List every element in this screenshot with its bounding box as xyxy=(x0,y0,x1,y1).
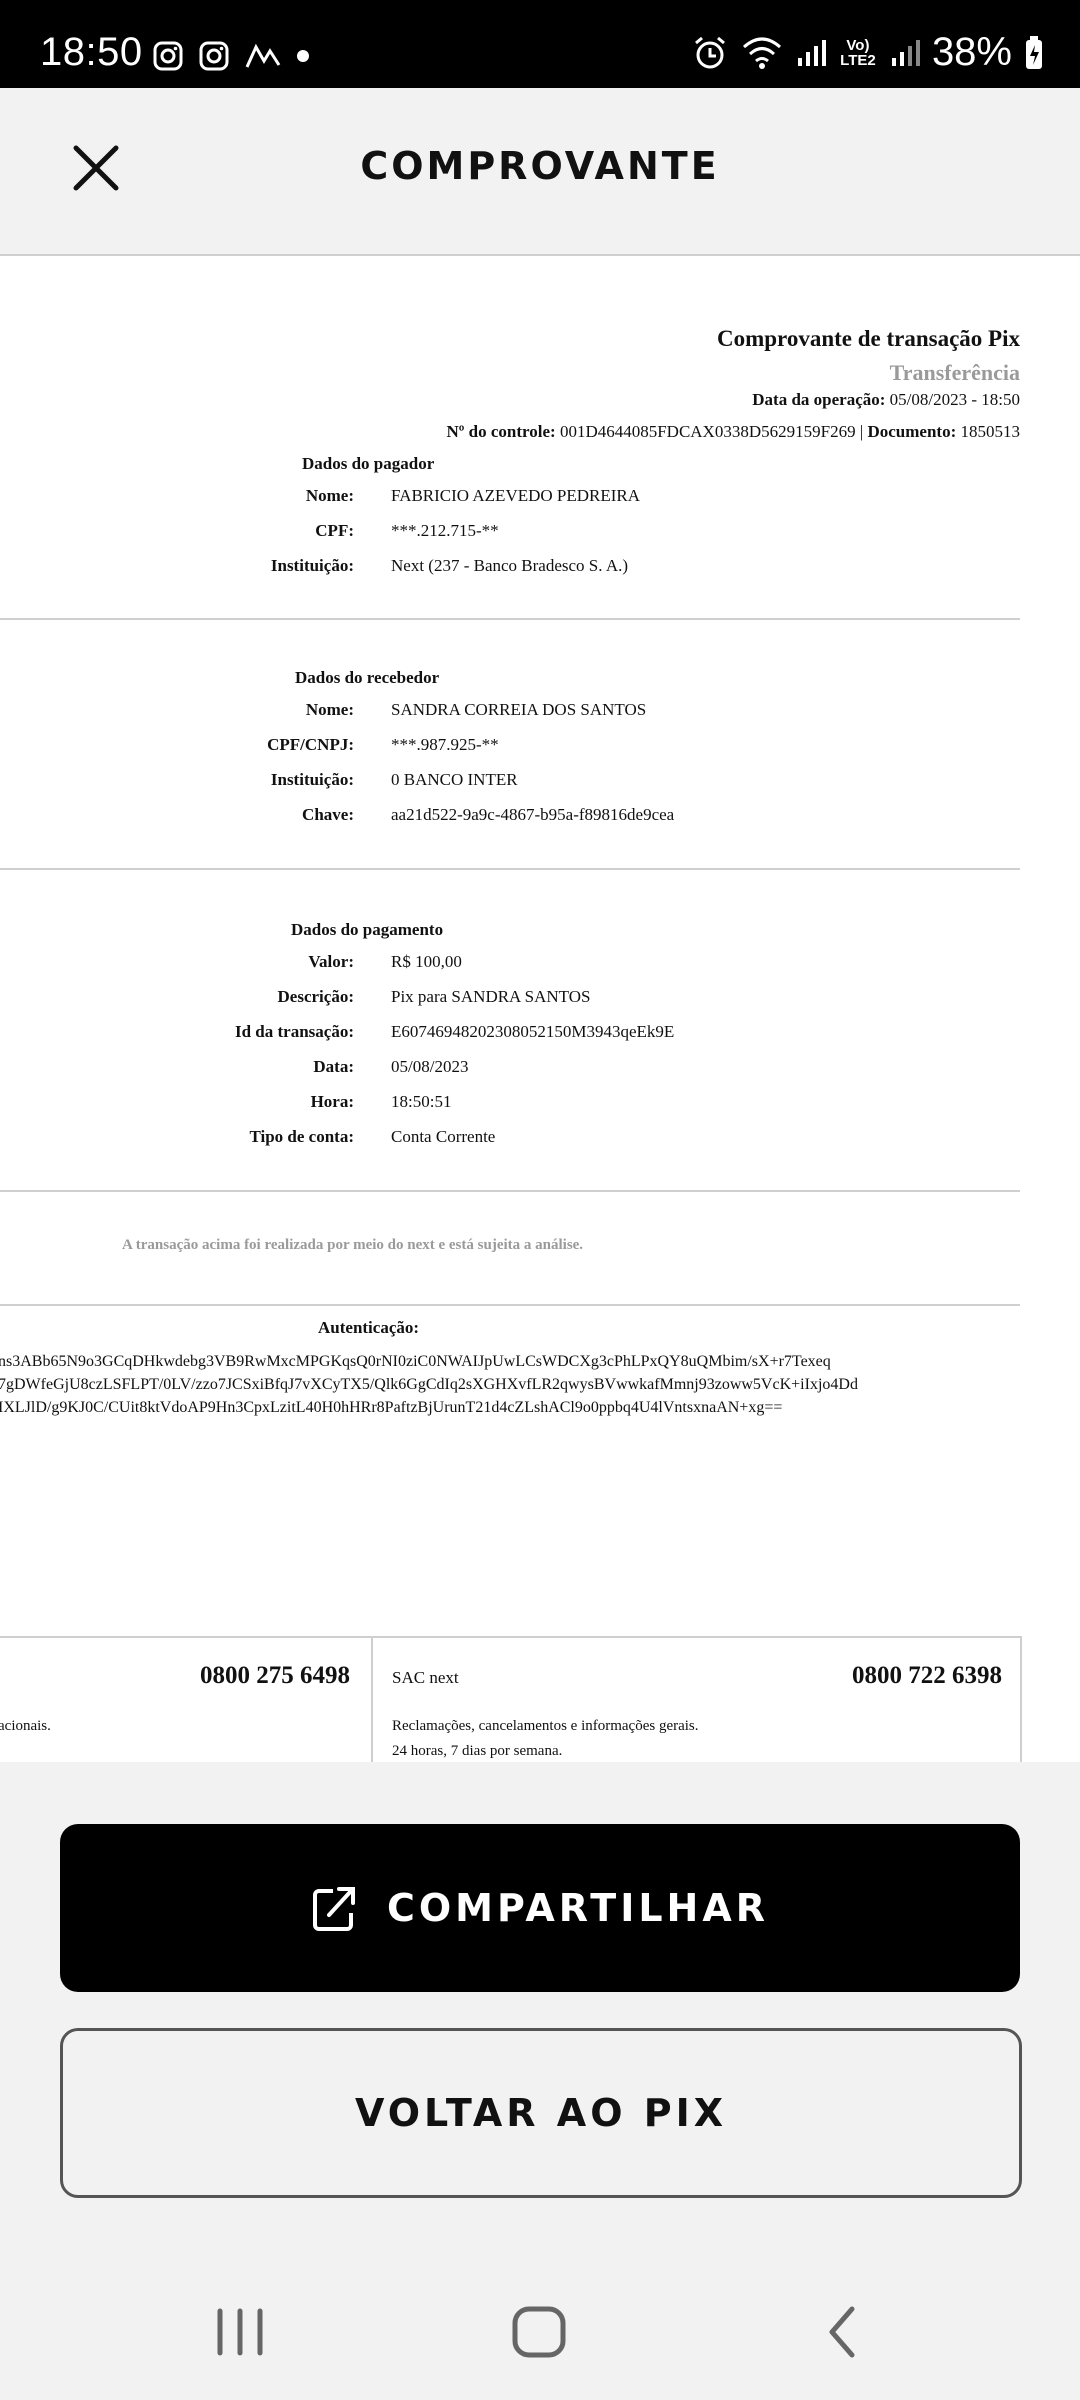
system-nav-bar xyxy=(0,2257,1080,2400)
payment-txid: E60746948202308052150M3943qeEk9E xyxy=(391,1022,675,1041)
analysis-notice: A transação acima foi realizada por meio… xyxy=(122,1237,584,1253)
control-value: 001D4644085FDCAX0338D5629159F269 | xyxy=(559,422,864,441)
share-button-label: COMPARTILHAR xyxy=(386,1886,770,1930)
payer-institution-label: Instituição: xyxy=(270,556,354,575)
share-icon xyxy=(312,1887,355,1931)
receiver-name: SANDRA CORREIA DOS SANTOS xyxy=(391,700,647,719)
payment-txid-label: Id da transação: xyxy=(234,1022,354,1041)
payer-cpf-label: CPF: xyxy=(315,521,354,540)
sac-label: SAC next xyxy=(392,1668,459,1687)
operation-date-label: Data da operação: xyxy=(752,390,886,409)
system-icons: Vo) LTE2 38% xyxy=(692,30,1044,75)
ride-app-icon xyxy=(245,43,281,68)
status-time: 18:50 xyxy=(40,30,143,74)
control-line: Nº do controle: 001D4644085FDCAX0338D562… xyxy=(447,422,1020,442)
left-description: acionais. xyxy=(0,1718,51,1734)
signal-icon xyxy=(891,39,920,66)
authentication-line: 7gDWfeGjU8czLSFLPT/0LV/zzo7JCSxiBfqJ7vXC… xyxy=(0,1376,858,1393)
divider xyxy=(0,1304,1020,1306)
payer-name-label: Nome: xyxy=(305,486,354,505)
home-icon[interactable] xyxy=(505,2297,575,2367)
receiver-doc: ***.987.925-** xyxy=(391,735,499,754)
network-label: Vo) LTE2 xyxy=(840,36,876,69)
authentication-line: ns3ABb65N9o3GCqDHkwdebg3VB9RwMxcMPGKqsQ0… xyxy=(0,1353,831,1370)
instagram-icon xyxy=(199,41,229,71)
document-label: Documento: xyxy=(867,422,957,441)
document-value: 1850513 xyxy=(960,422,1021,441)
operation-date-value: 05/08/2023 - 18:50 xyxy=(889,390,1020,409)
payer-institution: Next (237 - Banco Bradesco S. A.) xyxy=(391,556,629,575)
payment-section-title: Dados do pagamento xyxy=(291,920,444,939)
receiver-doc-label: CPF/CNPJ: xyxy=(267,735,354,754)
notification-icons xyxy=(152,40,310,72)
battery-percent: 38% xyxy=(931,30,1012,74)
instagram-icon xyxy=(153,41,183,71)
payer-cpf: ***.212.715-** xyxy=(391,521,499,540)
payment-account-type: Conta Corrente xyxy=(391,1127,496,1146)
page-title: COMPROVANTE xyxy=(360,144,720,188)
app-header: COMPROVANTE xyxy=(0,88,1080,256)
battery-charging-icon xyxy=(1026,35,1042,69)
signal-icon xyxy=(797,39,826,66)
control-label: Nº do controle: xyxy=(446,422,556,441)
payment-date-label: Data: xyxy=(313,1057,354,1076)
contact-boxes: 0800 275 6498 acionais. SAC next 0800 72… xyxy=(0,1636,1022,1762)
payment-time: 18:50:51 xyxy=(391,1092,452,1111)
recents-icon[interactable] xyxy=(205,2297,275,2367)
payment-time-label: Hora: xyxy=(310,1092,354,1111)
receiver-key: aa21d522-9a9c-4867-b95a-f89816de9cea xyxy=(391,805,675,824)
payment-date: 05/08/2023 xyxy=(391,1057,469,1076)
back-icon[interactable] xyxy=(808,2297,878,2367)
payment-value: R$ 100,00 xyxy=(391,952,462,971)
authentication-title: Autenticação: xyxy=(318,1318,420,1337)
sac-phone: 0800 722 6398 xyxy=(852,1662,1002,1689)
back-to-pix-button[interactable]: VOLTAR AO PIX xyxy=(60,2028,1022,2198)
receiver-institution-label: Instituição: xyxy=(270,770,354,789)
divider xyxy=(371,1638,373,1762)
dot-icon xyxy=(297,50,309,62)
share-button[interactable]: COMPARTILHAR xyxy=(60,1824,1020,1992)
receiver-name-label: Nome: xyxy=(305,700,354,719)
alarm-icon xyxy=(694,36,725,68)
receiver-institution: 0 BANCO INTER xyxy=(391,770,518,789)
payer-section-title: Dados do pagador xyxy=(302,454,435,473)
receipt-subtitle: Transferência xyxy=(889,360,1020,385)
receiver-key-label: Chave: xyxy=(302,805,354,824)
receipt-title: Comprovante de transação Pix xyxy=(716,326,1020,351)
payment-description: Pix para SANDRA SANTOS xyxy=(391,987,591,1006)
divider xyxy=(0,868,1020,870)
receiver-section-title: Dados do recebedor xyxy=(295,668,440,687)
status-bar: 18:50 Vo) LTE2 38% xyxy=(0,0,1080,88)
back-to-pix-label: VOLTAR AO PIX xyxy=(354,2091,728,2135)
left-phone: 0800 275 6498 xyxy=(200,1662,350,1689)
authentication-code: ns3ABb65N9o3GCqDHkwdebg3VB9RwMxcMPGKqsQ0… xyxy=(0,1350,858,1419)
receipt-document[interactable]: Comprovante de transação Pix Transferênc… xyxy=(0,256,1080,1762)
wifi-icon xyxy=(742,37,781,69)
divider xyxy=(0,618,1020,620)
payment-description-label: Descrição: xyxy=(277,987,354,1006)
payer-name: FABRICIO AZEVEDO PEDREIRA xyxy=(391,486,641,505)
operation-date: Data da operação: 05/08/2023 - 18:50 xyxy=(752,390,1020,410)
sac-description: Reclamações, cancelamentos e informações… xyxy=(392,1718,699,1734)
sac-hours: 24 horas, 7 dias por semana. xyxy=(392,1743,563,1759)
divider xyxy=(0,1190,1020,1192)
authentication-line: IXLJlD/g9KJ0C/CUit8ktVdoAP9Hn3CpxLzitL40… xyxy=(0,1399,783,1416)
payment-account-type-label: Tipo de conta: xyxy=(249,1127,354,1146)
action-panel: COMPARTILHAR VOLTAR AO PIX xyxy=(0,1762,1080,2257)
payment-value-label: Valor: xyxy=(308,952,354,971)
